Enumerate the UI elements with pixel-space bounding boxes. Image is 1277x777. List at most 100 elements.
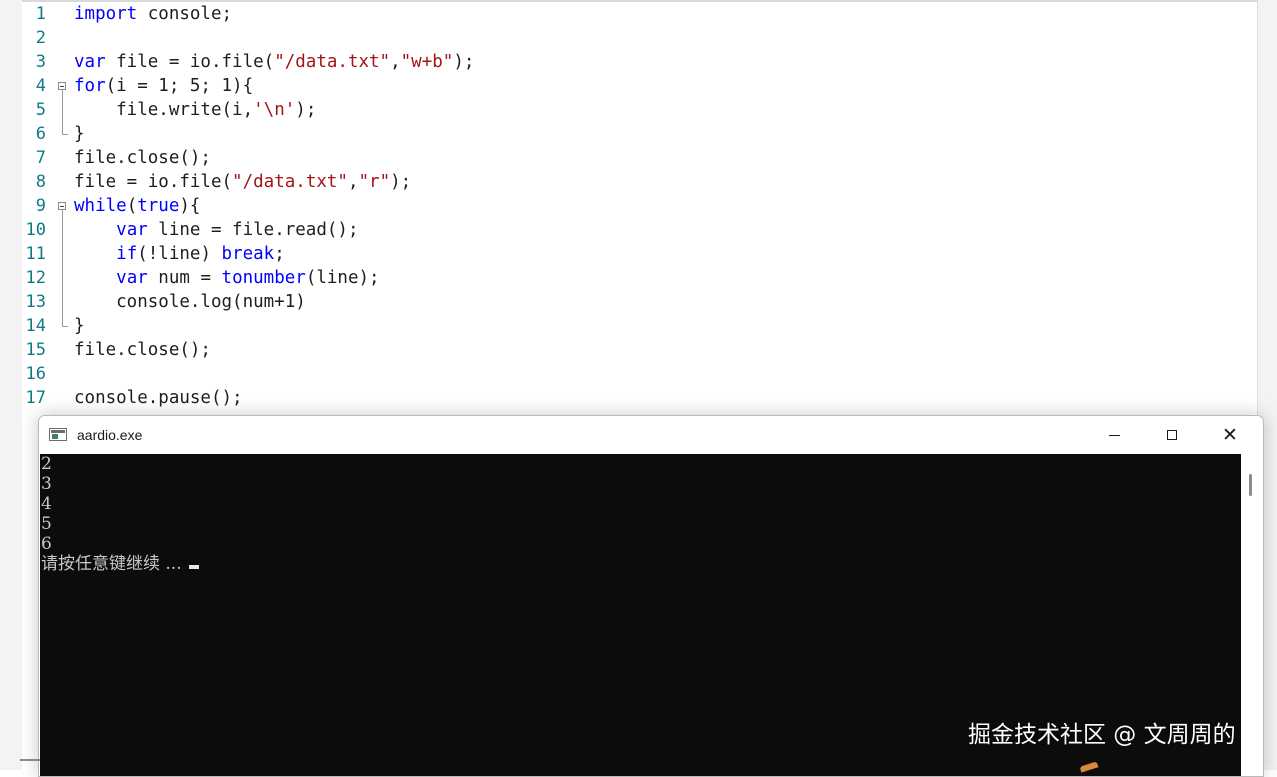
code-line[interactable]: file.write(i,'\n'); — [74, 98, 316, 122]
console-output-line: 3 — [41, 474, 52, 494]
fold-end-for — [62, 134, 68, 135]
code-token: file = io.file( — [105, 52, 275, 72]
minimize-button[interactable] — [1085, 416, 1143, 454]
line-number: 13 — [25, 292, 46, 312]
code-token: line = file.read(); — [147, 220, 359, 240]
code-token: ; — [274, 244, 285, 264]
code-keyword: var — [74, 52, 106, 72]
code-line[interactable]: var file = io.file("/data.txt","w+b"); — [74, 50, 474, 74]
code-line[interactable]: for(i = 1; 5; 1){ — [74, 74, 253, 98]
console-output-line: 2 — [41, 454, 52, 474]
console-output-line: 5 — [41, 514, 52, 534]
code-token: , — [390, 52, 401, 72]
console-output-line: 4 — [41, 494, 52, 514]
code-line[interactable]: } — [74, 122, 85, 146]
code-keyword: for — [74, 76, 106, 96]
fold-guide-for — [62, 90, 63, 134]
close-icon: ✕ — [1222, 424, 1238, 446]
code-keyword: if — [116, 244, 138, 264]
pause-prompt-text: 请按任意键继续 ... — [41, 554, 182, 574]
code-line[interactable]: while(true){ — [74, 194, 200, 218]
line-number: 7 — [35, 148, 46, 168]
line-number: 16 — [25, 364, 46, 384]
editor-bottom-mark — [20, 759, 40, 761]
code-token: ){ — [179, 196, 201, 216]
code-token: file.close(); — [74, 148, 211, 168]
watermark-text: 掘金技术社区 @ 文周周的 — [968, 722, 1236, 748]
line-number: 6 — [35, 124, 46, 144]
pause-prompt: 请按任意键继续 ... — [41, 554, 200, 574]
console-scrollbar[interactable] — [1241, 454, 1263, 776]
code-string: "/data.txt" — [232, 172, 348, 192]
code-line[interactable]: } — [74, 314, 85, 338]
code-token: } — [74, 124, 85, 144]
code-keyword: break — [221, 244, 275, 264]
code-line[interactable]: console.log(num+1) — [74, 290, 306, 314]
code-token: (line); — [305, 268, 380, 288]
line-number: 17 — [25, 388, 46, 408]
code-token: num = — [147, 268, 222, 288]
code-line[interactable]: file = io.file("/data.txt","r"); — [74, 170, 411, 194]
code-line[interactable]: import console; — [74, 2, 232, 26]
code-token: , — [347, 172, 359, 192]
code-line[interactable]: var line = file.read(); — [74, 218, 358, 242]
console-scrollbar-thumb[interactable] — [1249, 474, 1252, 496]
code-token: file.close(); — [74, 340, 211, 360]
maximize-icon — [1167, 430, 1177, 440]
code-line[interactable]: var num = tonumber(line); — [74, 266, 380, 290]
code-token: ); — [453, 52, 475, 72]
code-line[interactable]: file.close(); — [74, 146, 211, 170]
line-number: 8 — [35, 172, 46, 192]
code-token: ( — [126, 196, 138, 216]
code-keyword: import — [74, 4, 138, 24]
code-keyword: var — [116, 220, 148, 240]
line-number: 11 — [25, 244, 46, 264]
fold-end-while — [62, 326, 68, 327]
console-cursor — [189, 565, 200, 569]
code-token: console; — [137, 4, 233, 24]
code-token: console.log(num+1) — [74, 292, 306, 312]
code-string: "r" — [358, 172, 391, 192]
code-keyword: true — [137, 196, 180, 216]
console-output-line: 6 — [41, 534, 52, 554]
code-keyword: tonumber — [221, 268, 306, 288]
line-number: 3 — [35, 52, 46, 72]
line-number: 5 — [35, 100, 46, 120]
minimize-icon — [1108, 434, 1120, 436]
code-keyword: while — [74, 196, 127, 216]
console-window-title: aardio.exe — [77, 427, 143, 443]
fold-guide-while — [62, 210, 63, 326]
code-token: console.pause(); — [74, 388, 243, 408]
code-line[interactable]: console.pause(); — [74, 386, 243, 410]
line-number: 10 — [25, 220, 46, 240]
line-number: 12 — [25, 268, 46, 288]
code-token: } — [74, 316, 85, 336]
code-string: "/data.txt" — [274, 52, 391, 72]
code-string: "w+b" — [400, 52, 454, 72]
code-token: ); — [390, 172, 412, 192]
line-number: 14 — [25, 316, 46, 336]
code-token: (!line) — [137, 244, 222, 264]
line-number: 2 — [35, 28, 46, 48]
code-keyword: var — [116, 268, 148, 288]
code-token: file.write(i, — [74, 100, 254, 120]
code-token: (i = 1; 5; 1){ — [105, 76, 254, 96]
code-token: ); — [295, 100, 317, 120]
line-number: 4 — [35, 76, 46, 96]
line-number: 9 — [35, 196, 46, 216]
console-app-icon — [49, 428, 67, 441]
close-button[interactable]: ✕ — [1201, 416, 1259, 454]
maximize-button[interactable] — [1143, 416, 1201, 454]
fold-toggle-while-icon[interactable] — [58, 202, 66, 210]
console-title-bar[interactable]: aardio.exe ✕ — [39, 416, 1263, 454]
code-line[interactable]: if(!line) break; — [74, 242, 285, 266]
code-line[interactable]: file.close(); — [74, 338, 211, 362]
fold-toggle-for-icon[interactable] — [58, 82, 66, 90]
code-string: '\n' — [253, 100, 296, 120]
line-number: 1 — [35, 4, 46, 24]
line-number: 15 — [25, 340, 46, 360]
code-token: file = io.file( — [74, 172, 233, 192]
